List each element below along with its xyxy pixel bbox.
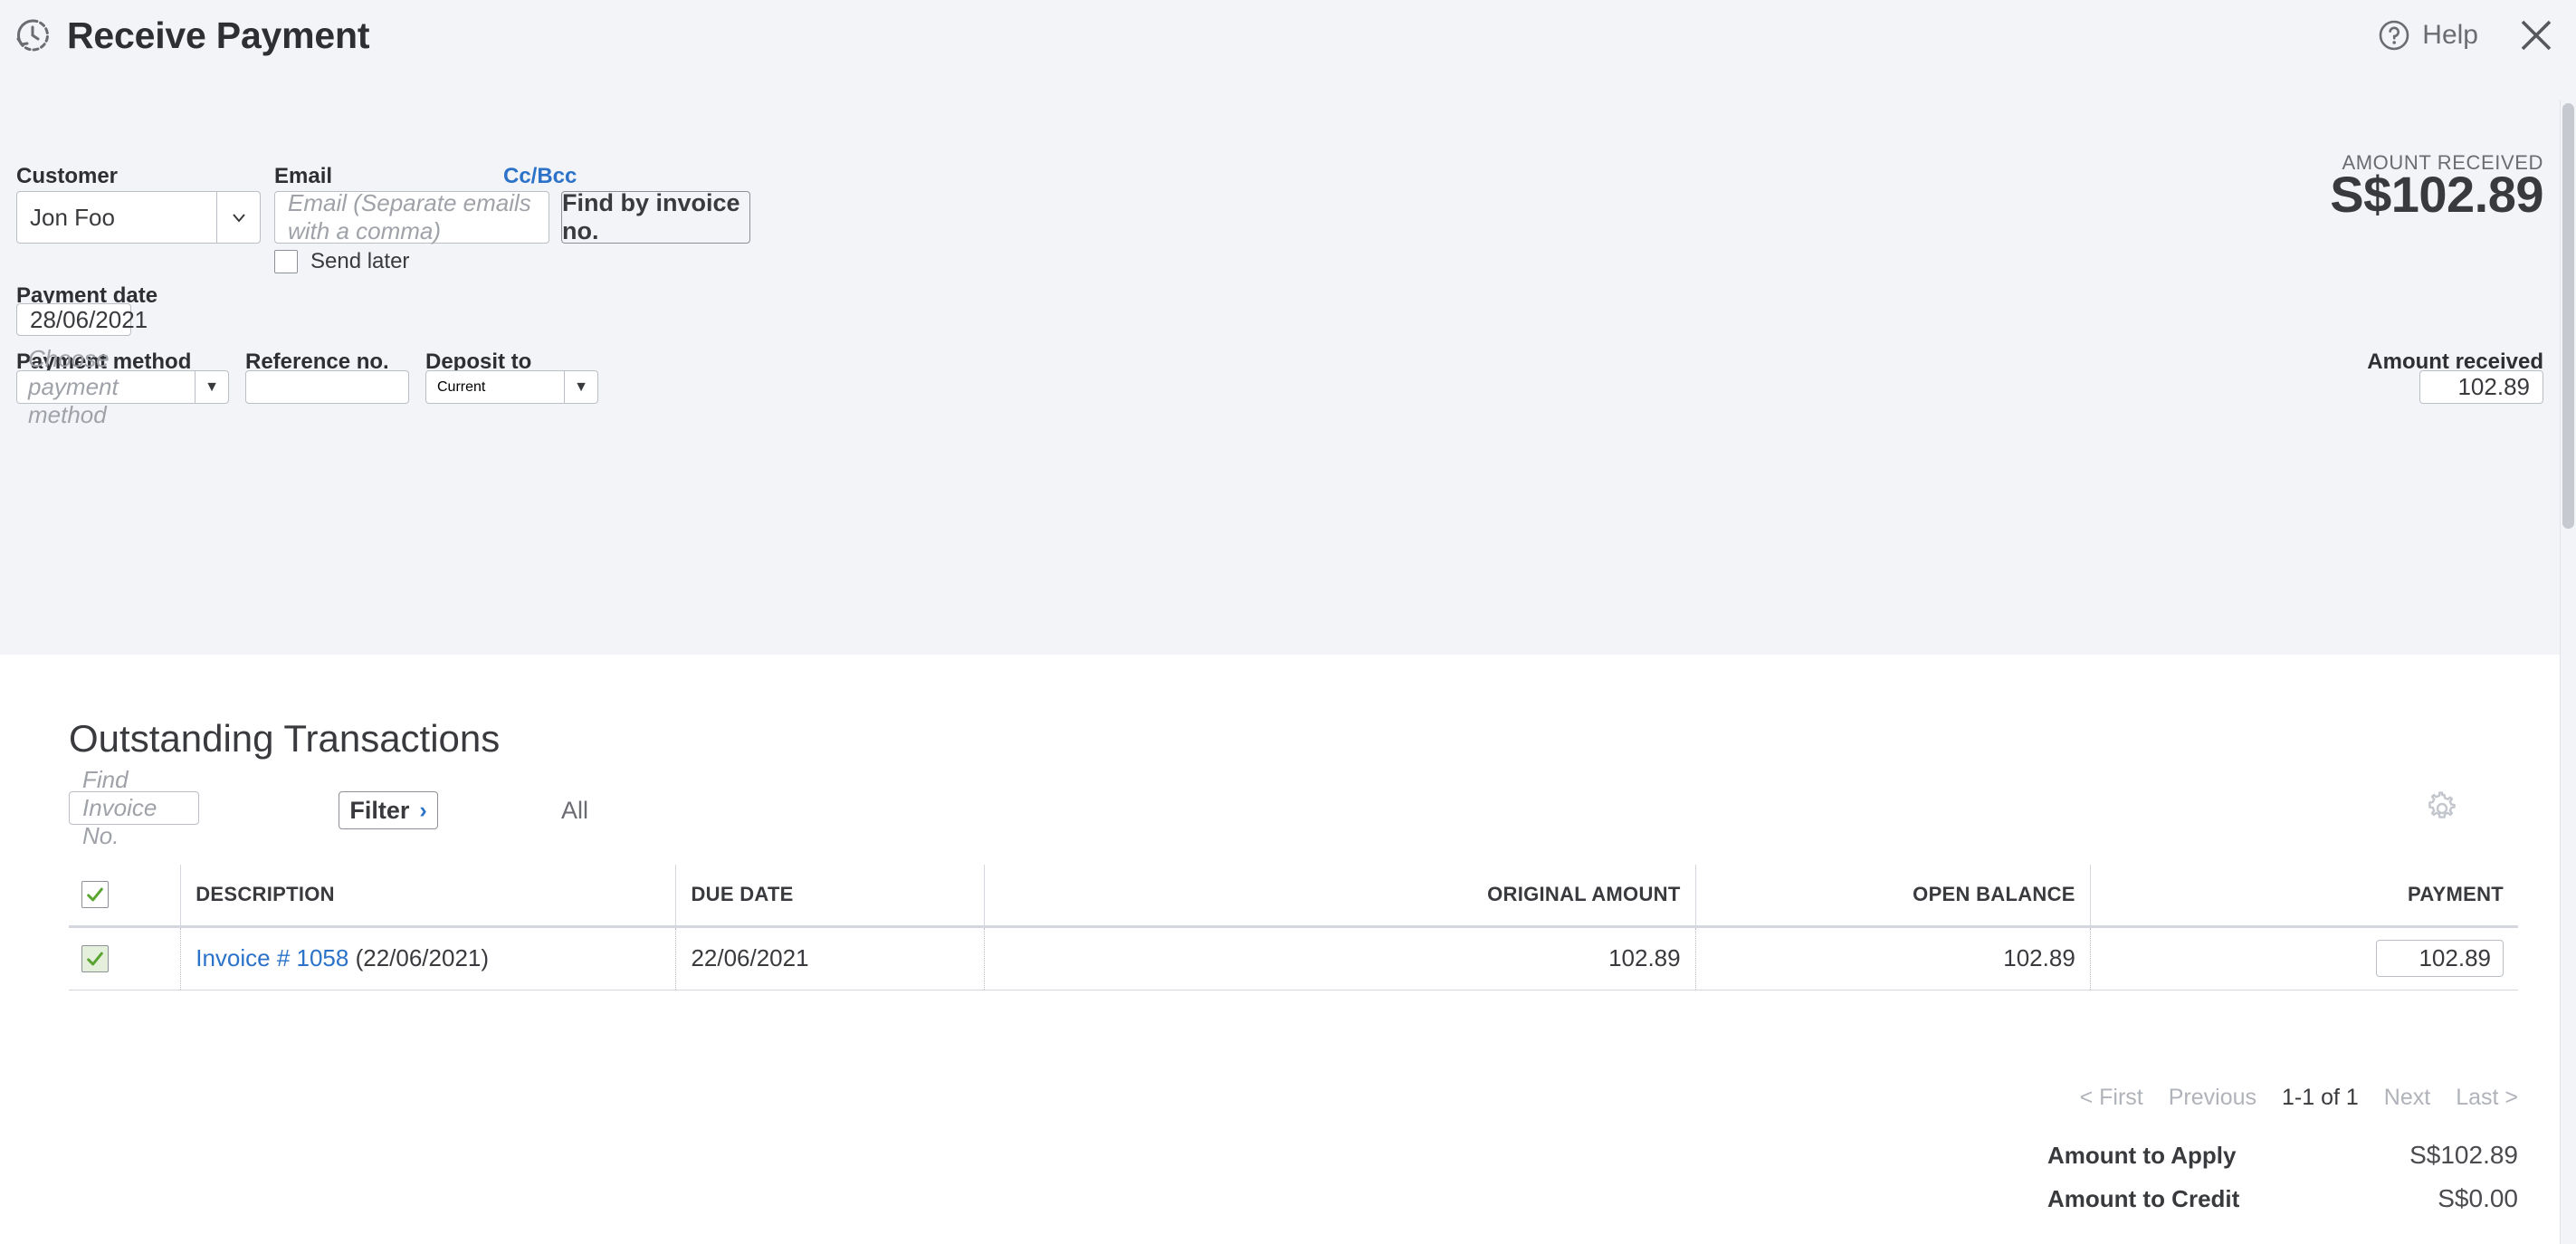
gear-icon[interactable] [2425,791,2459,826]
customer-value: Jon Foo [30,203,115,231]
caret-down-icon: ▼ [564,371,597,403]
cc-bcc-link[interactable]: Cc/Bcc [503,164,577,189]
payment-method-placeholder: Choose payment method [17,345,195,428]
payment-method-placeholder-text: Choose payment method [28,345,119,428]
question-circle-icon [2378,19,2410,52]
find-by-invoice-no-button[interactable]: Find by invoice no. [561,189,750,244]
reference-no-input[interactable] [245,370,409,404]
cell-due-date: 22/06/2021 [675,926,985,990]
column-header-original-amount: ORIGINAL AMOUNT [984,865,1696,928]
help-button[interactable]: Help [2378,19,2478,52]
send-later-checkbox[interactable] [274,250,298,273]
amount-to-apply-label: Amount to Apply [2047,1141,2237,1169]
amount-received-total: S$102.89 [2330,166,2543,223]
history-clock-icon [13,15,52,55]
total-row-amount-to-apply: Amount to Apply S$102.89 [2047,1134,2518,1177]
select-all-header [69,865,181,928]
column-header-description: DESCRIPTION [180,865,676,928]
cell-open-balance: 102.89 [1694,926,2091,990]
email-label: Email [274,164,333,188]
amount-to-credit-value: S$0.00 [2438,1184,2518,1212]
cell-payment: 102.89 [2089,926,2518,990]
payment-date-input[interactable]: 28/06/2021 [16,303,148,336]
deposit-to-select[interactable]: Current ▼ [425,370,598,404]
pagination-first[interactable]: < First [2080,1085,2143,1111]
receive-payment-window: Receive Payment Help Customer Jon Foo Em… [0,0,2576,1244]
send-later-label: Send later [310,249,410,273]
pagination-last[interactable]: Last > [2456,1085,2518,1111]
outstanding-transactions-title: Outstanding Transactions [69,717,501,760]
select-all-checkbox[interactable] [81,881,109,909]
find-invoice-no-input[interactable]: Find Invoice No. [69,766,199,849]
invoice-link[interactable]: Invoice # 1058 [196,944,348,971]
vertical-scrollbar-thumb[interactable] [2562,103,2574,529]
customer-select[interactable]: Jon Foo [16,191,261,244]
column-header-due-date: DUE DATE [675,865,985,928]
pagination-previous[interactable]: Previous [2169,1085,2256,1111]
find-invoice-no-placeholder: Find Invoice No. [82,766,157,849]
window-header: Receive Payment Help [0,0,2576,71]
column-header-open-balance: OPEN BALANCE [1694,865,2091,928]
row-select-cell [69,926,181,990]
email-placeholder: Email (Separate emails with a comma) [288,189,531,244]
payment-method-select[interactable]: Choose payment method ▼ [16,345,229,428]
filter-all-label: All [561,797,589,824]
close-x-icon[interactable] [2518,17,2554,53]
table-header-row: DESCRIPTION DUE DATE ORIGINAL AMOUNT OPE… [69,865,2518,928]
cell-description: Invoice # 1058 (22/06/2021) [180,926,676,990]
row-select-checkbox[interactable] [81,944,109,972]
page-title: Receive Payment [67,14,370,56]
totals-summary: Amount to Apply S$102.89 Amount to Credi… [2047,1134,2518,1220]
column-header-payment: PAYMENT [2089,865,2518,928]
chevron-right-icon: › [419,797,427,823]
email-input[interactable]: Email (Separate emails with a comma) [274,189,549,244]
caret-down-icon: ▼ [195,371,228,403]
pagination-current: 1-1 of 1 [2282,1085,2359,1110]
invoice-date-suffix: (22/06/2021) [348,944,490,971]
pagination: < First Previous 1-1 of 1 Next Last > [2080,1085,2518,1111]
amount-to-credit-label: Amount to Credit [2047,1184,2240,1212]
payment-form-panel: Customer Jon Foo Email Cc/Bcc Email (Sep… [0,71,2576,655]
pagination-next[interactable]: Next [2384,1085,2430,1111]
deposit-to-value: Current [437,378,486,395]
amount-received-input[interactable]: 102.89 [2419,370,2543,404]
chevron-down-icon [216,192,260,243]
outstanding-transactions-table: DESCRIPTION DUE DATE ORIGINAL AMOUNT OPE… [69,865,2518,990]
send-later-checkbox-group[interactable]: Send later [274,249,409,274]
filter-button[interactable]: Filter › [339,791,438,829]
help-label: Help [2422,20,2478,50]
row-payment-input[interactable]: 102.89 [2376,940,2504,977]
cell-original-amount: 102.89 [984,926,1696,990]
header-right-group: Help [2378,0,2554,71]
table-row: Invoice # 1058 (22/06/2021) 22/06/2021 1… [69,926,2518,990]
filter-label: Filter [349,796,410,824]
customer-label: Customer [16,164,119,188]
total-row-amount-to-credit: Amount to Credit S$0.00 [2047,1177,2518,1220]
header-left-group: Receive Payment [0,14,370,57]
amount-to-apply-value: S$102.89 [2409,1141,2518,1169]
